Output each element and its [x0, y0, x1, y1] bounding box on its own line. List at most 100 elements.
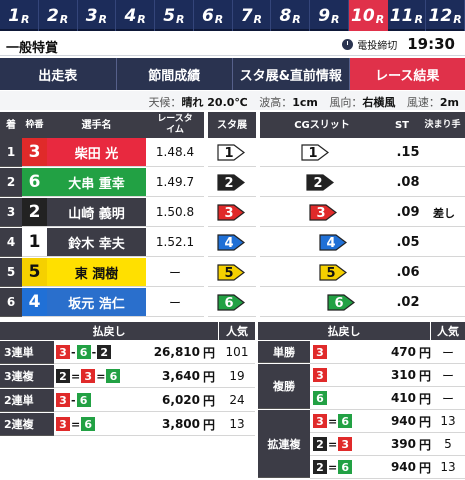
entries-table: 着 枠番 選手名 レースタイム スタ展 CGスリット ST 決まり手 1 3 柴田 …	[0, 112, 465, 317]
winning-technique	[426, 258, 462, 287]
header-st-exhibition: スタ展	[208, 112, 256, 138]
race-tab-2r[interactable]: 2R	[39, 0, 78, 31]
race-time: ー	[146, 288, 204, 317]
header-time: レースタイム	[146, 112, 204, 138]
race-tab-number: 8	[279, 6, 292, 26]
boat-number-square: 6	[338, 414, 353, 428]
racer-name[interactable]: 柴田 光	[47, 138, 146, 167]
yen-unit: 円	[202, 345, 215, 360]
boat-number-square: 6	[338, 460, 353, 474]
start-timing: .05	[396, 235, 420, 250]
start-timing: .09	[396, 205, 420, 220]
boat-number-square: 3	[56, 417, 70, 431]
boat-icon: 2	[305, 173, 335, 192]
menu-button-1[interactable]: 出走表	[0, 58, 117, 90]
boat-icon: 1	[216, 143, 246, 162]
race-tab-suffix: R	[375, 13, 385, 26]
section-menu: 出走表 節間成績 スタ展&直前情報 レース結果	[0, 58, 465, 90]
race-tab-1r[interactable]: 1R	[0, 0, 39, 31]
payout-header-left: 払戻し	[0, 322, 218, 340]
combination: 3-6	[56, 393, 91, 407]
cg-slit-cell: 2.08	[260, 168, 465, 197]
boat-number-square: 6	[106, 369, 121, 383]
payout-amount: 310	[390, 368, 416, 382]
race-tab-5r[interactable]: 5R	[155, 0, 194, 31]
race-tab-9r[interactable]: 9R	[310, 0, 349, 31]
racer-name[interactable]: 大串 重幸	[47, 168, 146, 197]
race-tab-suffix: R	[214, 13, 224, 26]
boat-number-square: 6	[81, 417, 96, 431]
racer-name[interactable]: 鈴木 幸夫	[47, 228, 146, 257]
deadline-time: 19:30	[407, 35, 455, 53]
menu-button-4[interactable]: レース結果	[349, 58, 465, 90]
race-tab-suffix: R	[176, 13, 185, 26]
combination: 3	[313, 368, 327, 382]
header-st: ST	[384, 112, 420, 138]
svg-text:6: 6	[334, 296, 343, 311]
yen-unit: 円	[418, 437, 431, 452]
racer-name[interactable]: 山崎 義明	[47, 198, 146, 227]
menu-button-3[interactable]: スタ展&直前情報	[233, 58, 350, 90]
boat-number-square: 2	[313, 437, 327, 451]
payout-row: 2 = 3 390 円 5	[310, 433, 465, 456]
waku-number: 1	[22, 228, 47, 257]
boat-icon: 6	[326, 293, 356, 312]
race-tab-10r[interactable]: 10 R	[348, 0, 388, 31]
header-pos: 着	[0, 112, 22, 138]
race-tab-11r[interactable]: 11 R	[388, 0, 427, 31]
combo-separator: -	[71, 393, 76, 407]
bet-type: 拡連複	[258, 410, 310, 478]
race-number-tabs: 1 R 2 R 3 R 4 R 5 R 6 R 7 R 8 R 9 R 10 R 11 R 12 R	[0, 0, 465, 31]
racer-name[interactable]: 坂元 浩仁	[47, 288, 146, 317]
racer-name[interactable]: 東 潤樹	[47, 258, 146, 287]
start-exhibition-cell: 3	[208, 198, 256, 227]
payout-row: 2連複 3 = 6 3,800 円 13	[0, 412, 255, 436]
payout-row: 3 470 円ー	[310, 341, 465, 364]
race-tab-number: 9	[318, 6, 331, 26]
race-tab-7r[interactable]: 7R	[233, 0, 272, 31]
start-timing: .02	[396, 295, 420, 310]
payout-amount: 940	[390, 414, 416, 428]
payout-row: 3連複 2 = 3 = 6 3,640 円 19	[0, 364, 255, 388]
race-time: 1.49.7	[146, 168, 204, 197]
svg-text:1: 1	[224, 146, 233, 161]
race-tab-4r[interactable]: 4R	[116, 0, 155, 31]
header-name: 選手名	[47, 112, 146, 138]
race-tab-8r[interactable]: 8R	[271, 0, 310, 31]
race-tab-12r[interactable]: 12 R	[426, 0, 465, 31]
race-time: ー	[146, 258, 204, 287]
combination: 2 = 6	[313, 460, 353, 474]
race-tab-number: 10	[351, 6, 375, 26]
popularity: 19	[229, 369, 245, 383]
race-tab-number: 5	[163, 6, 176, 26]
popularity: 5	[444, 437, 452, 451]
waku-number: 4	[22, 288, 47, 317]
boat-icon: 5	[216, 263, 246, 282]
payout-amount: 26,810	[153, 345, 200, 359]
race-tab-number: 7	[240, 6, 253, 26]
bet-type: 単勝	[258, 341, 310, 363]
race-tab-6r[interactable]: 6R	[194, 0, 233, 31]
payout-amount: 3,800	[162, 417, 200, 431]
race-tab-number: 6	[201, 6, 214, 26]
combination: 2 = 3 = 6	[56, 369, 121, 383]
bet-type: 3連単	[0, 340, 54, 364]
race-tab-suffix: R	[453, 13, 462, 26]
race-tab-3r[interactable]: 3R	[78, 0, 117, 31]
yen-unit: 円	[418, 460, 431, 475]
payout-row: 6 410 円ー	[310, 387, 465, 410]
svg-text:2: 2	[224, 176, 233, 191]
header-kimari: 決まり手	[420, 112, 465, 138]
wind-value: 右横風	[362, 96, 396, 109]
yen-unit: 円	[418, 414, 431, 429]
start-exhibition-cell: 2	[208, 168, 256, 197]
race-tab-suffix: R	[137, 13, 146, 26]
menu-button-2[interactable]: 節間成績	[117, 58, 233, 90]
payout-row: 3 = 6 940 円 13	[310, 410, 465, 433]
waku-number: 3	[22, 138, 47, 167]
finish-position: 1	[0, 138, 22, 167]
race-tab-number: 4	[124, 6, 137, 26]
payout-amount: 940	[390, 460, 416, 474]
entry-row: 2 6 大串 重幸 1.49.7 2 2.08	[0, 168, 465, 197]
boat-icon: 2	[216, 173, 246, 192]
